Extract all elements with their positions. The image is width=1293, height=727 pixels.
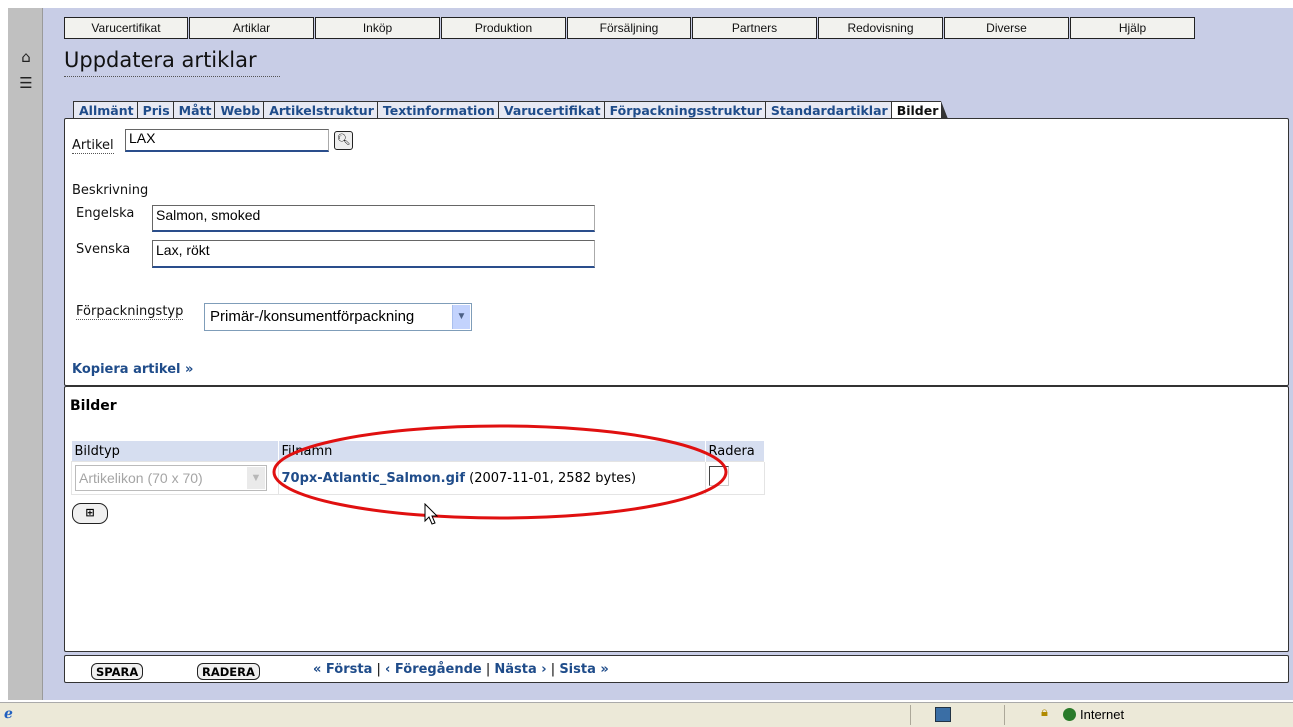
pagination-separator: | bbox=[550, 662, 556, 677]
menu-partners[interactable]: Partners bbox=[692, 17, 817, 39]
ie-page-icon: ℯ bbox=[4, 706, 13, 722]
tab-forpackningsstruktur[interactable]: Förpackningsstruktur bbox=[603, 101, 773, 119]
tab-standardartiklar[interactable]: Standardartiklar bbox=[764, 101, 898, 119]
globe-icon bbox=[1063, 708, 1076, 721]
lock-icon: 🔒︎ bbox=[1041, 705, 1048, 720]
artikel-label: Artikel bbox=[72, 138, 114, 154]
forpackningstyp-selected: Primär-/konsumentförpackning bbox=[210, 308, 415, 325]
menu-hjalp[interactable]: Hjälp bbox=[1070, 17, 1195, 39]
menu-varucertifikat[interactable]: Varucertifikat bbox=[64, 17, 188, 39]
chevron-down-icon[interactable]: ▼ bbox=[452, 305, 470, 329]
delete-button[interactable]: RADERA bbox=[197, 663, 260, 680]
network-icon bbox=[935, 707, 951, 722]
add-row-icon[interactable]: ⊞ bbox=[72, 503, 108, 524]
menu-artiklar[interactable]: Artiklar bbox=[189, 17, 314, 39]
forpackningstyp-label: Förpackningstyp bbox=[76, 304, 184, 320]
pagination-separator: | bbox=[376, 662, 381, 677]
column-header-bildtyp: Bildtyp bbox=[71, 441, 279, 462]
tab-bilder[interactable]: Bilder bbox=[890, 101, 949, 119]
tab-webb[interactable]: Webb bbox=[214, 101, 270, 119]
next-page-link[interactable]: Nästa › bbox=[494, 662, 546, 677]
title-underline bbox=[64, 76, 280, 77]
bilder-heading: Bilder bbox=[70, 398, 117, 414]
bildtyp-cell: Artikelikon (70 x 70) ▼ bbox=[71, 461, 279, 495]
tab-bar: Allmänt Pris Mått Webb Artikelstruktur Textin… bbox=[73, 101, 949, 119]
artikel-input[interactable]: LAX bbox=[125, 129, 329, 152]
first-page-link[interactable]: « Första bbox=[313, 662, 372, 677]
svenska-input[interactable]: Lax, rökt bbox=[152, 240, 595, 268]
left-sidebar bbox=[8, 8, 43, 700]
search-icon[interactable]: 🔍︎ bbox=[334, 131, 353, 150]
list-icon[interactable]: ☰ bbox=[17, 74, 35, 92]
menu-diverse[interactable]: Diverse bbox=[944, 17, 1069, 39]
save-button[interactable]: SPARA bbox=[91, 663, 144, 680]
tab-allmant[interactable]: Allmänt bbox=[73, 101, 144, 119]
status-bar: ℯ 🔒︎ Internet bbox=[0, 702, 1293, 727]
zone-label: Internet bbox=[1080, 707, 1125, 722]
menu-redovisning[interactable]: Redovisning bbox=[818, 17, 943, 39]
menu-inkop[interactable]: Inköp bbox=[315, 17, 440, 39]
highlight-ellipse bbox=[272, 424, 728, 520]
bildtyp-selected: Artikelikon (70 x 70) bbox=[79, 470, 203, 486]
menu-produktion[interactable]: Produktion bbox=[441, 17, 566, 39]
menu-forsaljning[interactable]: Försäljning bbox=[567, 17, 691, 39]
forpackningstyp-select[interactable]: Primär-/konsumentförpackning ▼ bbox=[204, 303, 472, 331]
home-icon[interactable]: ⌂ bbox=[17, 48, 35, 66]
tab-varucertifikat[interactable]: Varucertifikat bbox=[497, 101, 611, 119]
engelska-input[interactable]: Salmon, smoked bbox=[152, 205, 595, 232]
mouse-cursor-icon bbox=[424, 503, 439, 525]
pagination: « Första | ‹ Föregående | Nästa › | Sist… bbox=[313, 662, 609, 677]
page-title: Uppdatera artiklar bbox=[64, 48, 257, 72]
tab-textinformation[interactable]: Textinformation bbox=[376, 101, 505, 119]
copy-article-link[interactable]: Kopiera artikel » bbox=[72, 362, 193, 377]
bildtyp-select: Artikelikon (70 x 70) ▼ bbox=[75, 465, 267, 491]
previous-page-link[interactable]: ‹ Föregående bbox=[385, 662, 482, 677]
last-page-link[interactable]: Sista » bbox=[559, 662, 608, 677]
chevron-down-icon: ▼ bbox=[247, 467, 265, 489]
beskrivning-heading: Beskrivning bbox=[72, 183, 149, 198]
tab-artikelstruktur[interactable]: Artikelstruktur bbox=[263, 101, 384, 119]
tab-matt[interactable]: Mått bbox=[172, 101, 222, 119]
pagination-separator: | bbox=[485, 662, 491, 677]
svenska-label: Svenska bbox=[76, 242, 131, 257]
engelska-label: Engelska bbox=[76, 206, 135, 221]
tab-pris[interactable]: Pris bbox=[136, 101, 180, 119]
